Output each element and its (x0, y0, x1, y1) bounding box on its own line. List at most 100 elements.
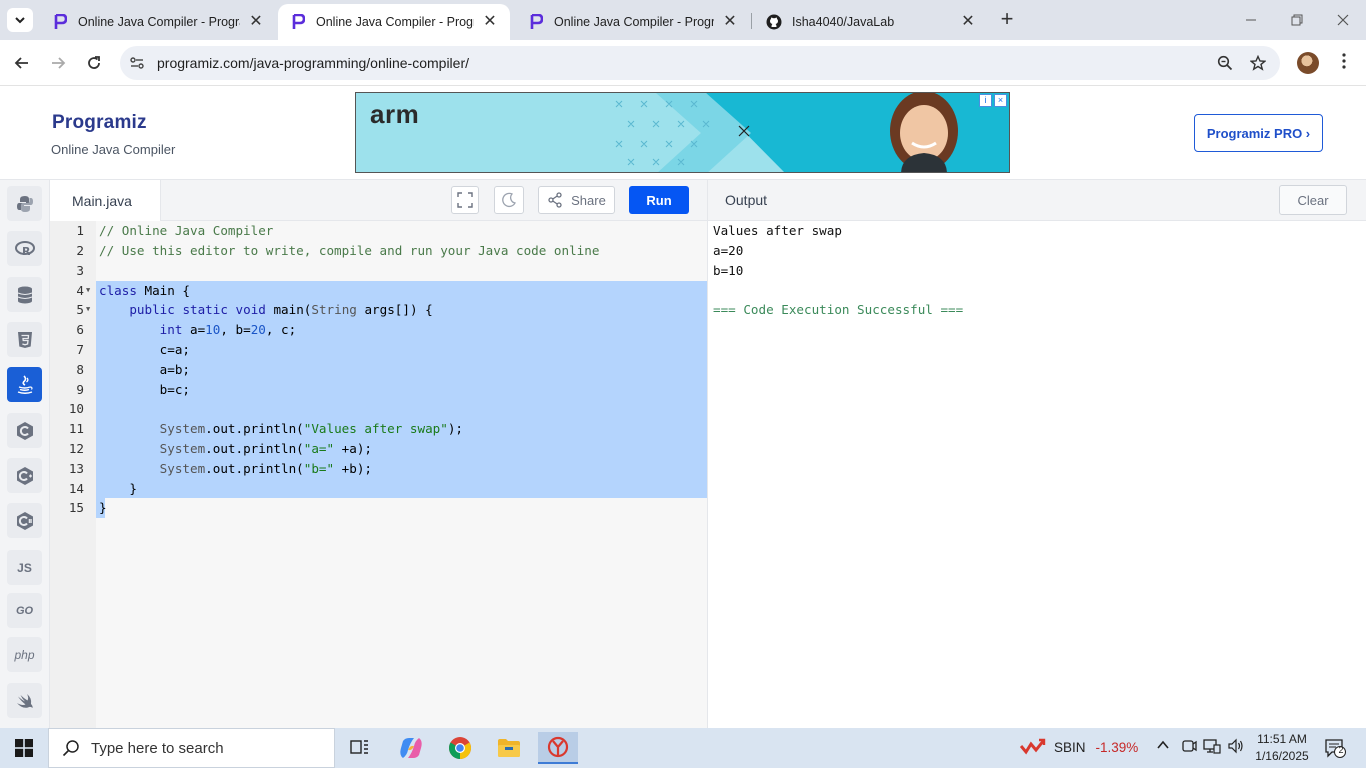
code-text: System.out.println("b=" +b); (159, 460, 373, 476)
rail-go[interactable]: GO (7, 593, 42, 628)
back-button[interactable] (10, 51, 34, 75)
rail-php[interactable]: php (7, 637, 42, 672)
show-hidden-icons-button[interactable] (1156, 738, 1170, 755)
output-header: Output Clear (708, 180, 1366, 221)
selection-highlight (96, 399, 707, 420)
code-text: b=c; (99, 381, 190, 397)
code-text: c=a; (99, 342, 190, 357)
share-label: Share (571, 192, 606, 208)
stock-name: SBIN (1054, 739, 1086, 755)
close-tab-icon[interactable]: ✕ (960, 14, 976, 30)
profile-avatar[interactable] (1297, 52, 1319, 74)
close-window-button[interactable] (1320, 0, 1366, 40)
run-button[interactable]: Run (629, 186, 689, 214)
share-button[interactable]: Share (538, 186, 615, 214)
start-button[interactable] (0, 728, 48, 768)
forward-button[interactable] (46, 51, 70, 75)
rail-javascript[interactable]: JS (7, 550, 42, 585)
code-editor-pane: Main.java Share Run 1 // Online Java Comp… (50, 180, 707, 728)
notification-center-button[interactable]: 2 (1324, 737, 1346, 759)
rail-c[interactable] (7, 413, 42, 448)
zoom-icon[interactable] (1215, 53, 1235, 73)
rail-swift[interactable] (7, 683, 42, 718)
rail-csharp[interactable] (7, 503, 42, 538)
clock-time: 11:51 AM (1257, 732, 1307, 746)
minimize-window-button[interactable] (1228, 0, 1274, 40)
stock-widget[interactable]: SBIN -1.39% (1020, 738, 1138, 756)
code-text: // Online Java Compiler (99, 223, 274, 239)
programiz-logo[interactable]: Programiz (52, 111, 147, 135)
ad-controls: i × (979, 94, 1007, 107)
app-icon (547, 736, 569, 758)
volume-icon[interactable] (1227, 738, 1245, 757)
reload-button[interactable] (82, 51, 106, 75)
system-clock[interactable]: 11:51 AM 1/16/2025 (1252, 731, 1312, 765)
site-header: Programiz Online Java Compiler arm i × P… (0, 87, 1366, 180)
selection-highlight (96, 478, 707, 499)
line-number: 2 (76, 243, 84, 258)
app-taskbar-button-active[interactable] (538, 732, 578, 764)
browser-tab-1[interactable]: Online Java Compiler - Progra ✕ (40, 4, 276, 40)
code-text: } (99, 500, 107, 516)
clock-date: 1/16/2025 (1255, 749, 1309, 763)
programiz-favicon-icon (52, 14, 68, 30)
tab-title: Isha4040/JavaLab (792, 15, 895, 29)
rail-java[interactable] (7, 367, 42, 402)
close-tab-icon[interactable]: ✕ (248, 14, 264, 30)
output-title: Output (725, 192, 768, 208)
output-line: a=20 (713, 243, 744, 258)
github-icon (766, 14, 782, 30)
bookmark-star-icon[interactable] (1248, 53, 1268, 73)
browser-tab-4[interactable]: Isha4040/JavaLab ✕ (754, 4, 988, 40)
meet-now-icon[interactable] (1181, 738, 1197, 757)
csharp-icon (16, 511, 33, 530)
clear-output-button[interactable]: Clear (1279, 185, 1347, 215)
task-view-button[interactable] (340, 732, 380, 764)
programiz-favicon-icon (290, 14, 306, 30)
file-explorer-button[interactable] (489, 732, 529, 764)
editor-toolbar: Main.java Share Run (50, 180, 707, 221)
restore-window-button[interactable] (1274, 0, 1320, 40)
address-bar[interactable]: programiz.com/java-programming/online-co… (120, 46, 1280, 80)
browser-tab-2[interactable]: Online Java Compiler - Progra ✕ (278, 4, 510, 40)
rail-r[interactable]: R (7, 231, 42, 266)
tab-search-button[interactable] (7, 8, 33, 32)
file-tab-main-java[interactable]: Main.java (50, 180, 161, 221)
code-line: 8 a=b; (50, 359, 707, 380)
sql-icon (17, 286, 32, 303)
fold-toggle-icon[interactable]: ▼ (86, 300, 90, 320)
programiz-pro-button[interactable]: Programiz PRO › (1194, 114, 1323, 152)
cpp-icon (16, 466, 33, 485)
rail-sql[interactable] (7, 277, 42, 312)
tab-title: Online Java Compiler - Progra (554, 15, 714, 29)
ad-artwork (356, 93, 1009, 172)
rail-php-label: php (14, 647, 35, 662)
close-tab-icon[interactable]: ✕ (722, 14, 738, 30)
fold-toggle-icon[interactable]: ▼ (86, 281, 90, 301)
chevron-down-icon (15, 17, 25, 24)
advertisement-banner[interactable]: arm i × (355, 92, 1010, 173)
chrome-taskbar-button[interactable] (440, 732, 480, 764)
code-line: 5 ▼ public static void main(String args[]… (50, 300, 707, 321)
code-text: a=b; (99, 361, 190, 377)
output-line: b=10 (713, 262, 744, 278)
new-tab-button[interactable]: + (996, 8, 1018, 31)
rail-html[interactable] (7, 322, 42, 357)
rail-cpp[interactable] (7, 458, 42, 493)
rail-python[interactable] (7, 186, 42, 221)
network-icon[interactable] (1203, 738, 1221, 757)
close-tab-icon[interactable]: ✕ (482, 14, 498, 30)
taskbar-search-box[interactable]: Type here to search (48, 728, 335, 768)
restore-icon (1291, 14, 1303, 26)
copilot-button[interactable] (391, 732, 431, 764)
stock-change: -1.39% (1095, 739, 1139, 755)
dark-mode-toggle[interactable] (494, 186, 524, 214)
code-line: 7 c=a; (50, 340, 707, 360)
site-info-icon[interactable] (128, 54, 146, 72)
ad-info-icon[interactable]: i (979, 94, 992, 107)
forward-arrow-icon (52, 57, 66, 69)
ad-close-icon[interactable]: × (994, 94, 1007, 107)
browser-tab-3[interactable]: Online Java Compiler - Progra ✕ (516, 4, 750, 40)
browser-menu-button[interactable] (1334, 52, 1354, 74)
fullscreen-button[interactable] (451, 186, 479, 214)
